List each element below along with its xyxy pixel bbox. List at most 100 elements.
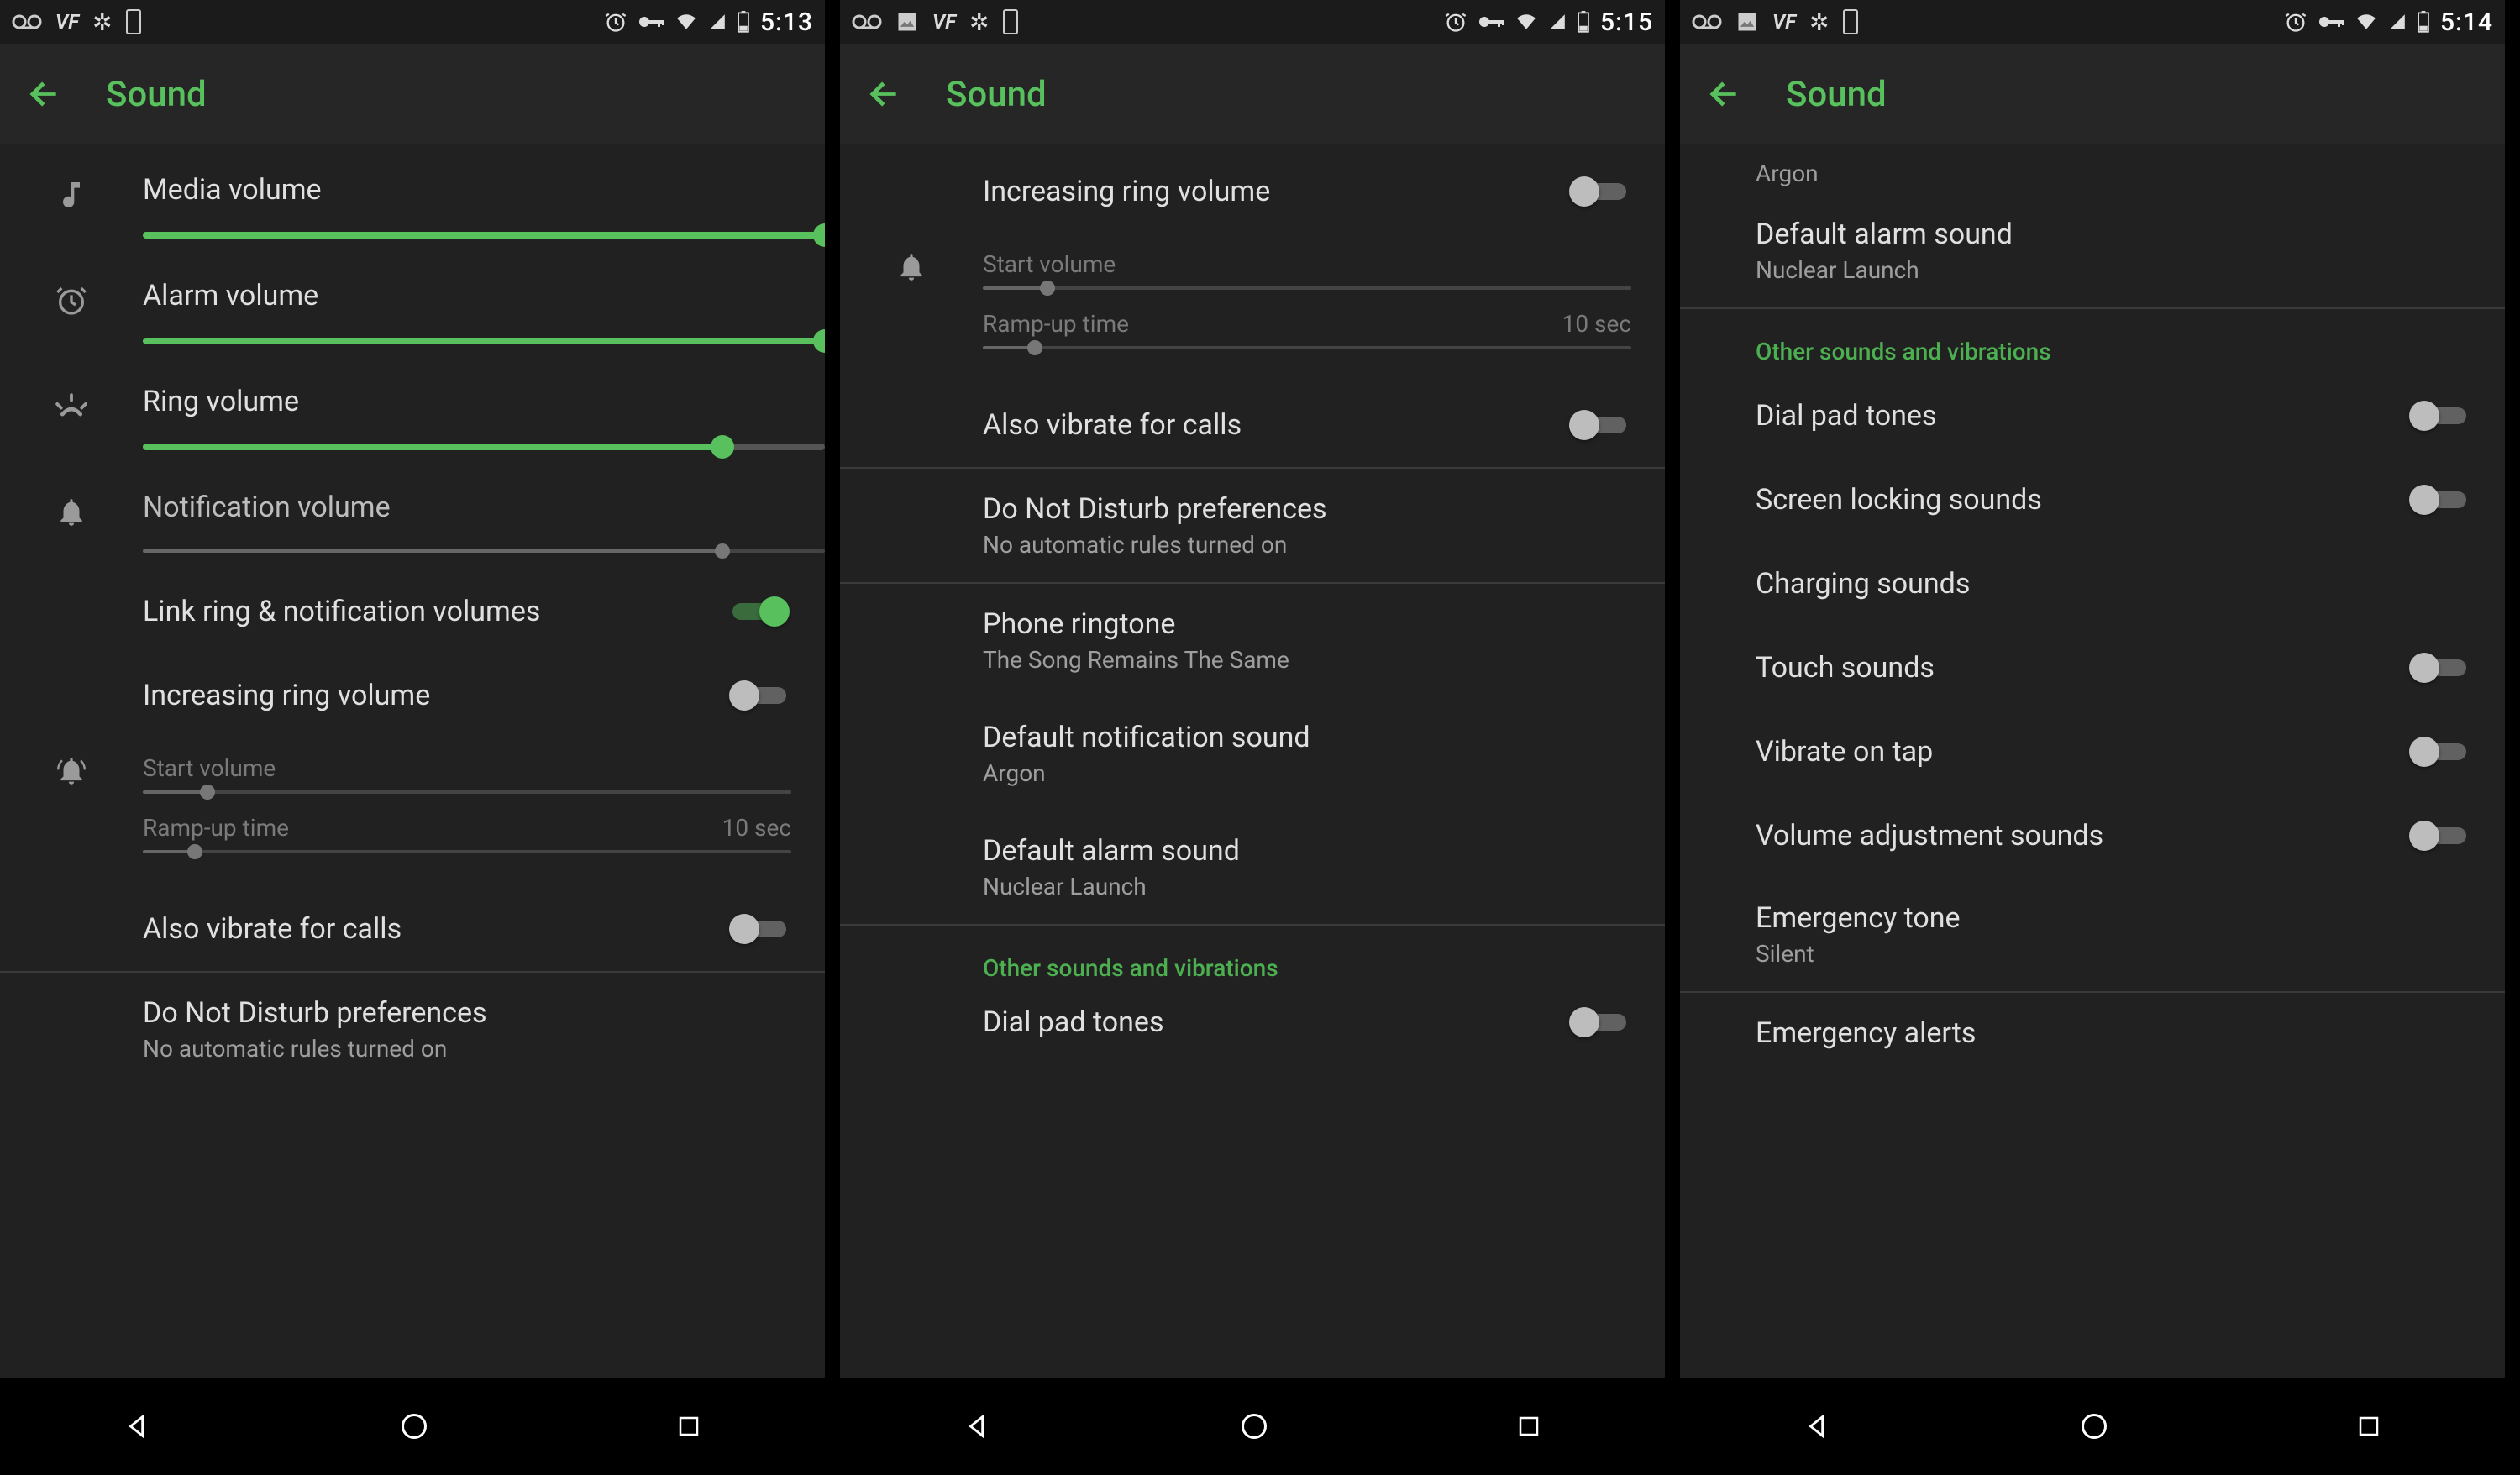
nav-home-icon[interactable] [2079,1411,2109,1441]
music-note-icon [55,178,88,212]
dnd-label: Do Not Disturb preferences [143,996,825,1030]
page-title: Sound [946,74,1047,115]
notification-volume-row: Notification volume [0,467,825,570]
media-volume-slider[interactable] [143,232,825,239]
signal-icon [2388,13,2407,31]
increasing-ring-row[interactable]: Increasing ring volume [983,150,1665,234]
ring-volume-row[interactable]: Ring volume [0,361,825,467]
dnd-label: Do Not Disturb preferences [983,492,1665,526]
ringtone-row[interactable]: Phone ringtone The Song Remains The Same [840,584,1665,697]
notification-sound-row[interactable]: Default notification sound Argon [840,697,1665,811]
nav-home-icon[interactable] [1239,1411,1269,1441]
dnd-row[interactable]: Do Not Disturb preferences No automatic … [0,973,825,1086]
volume-adjust-switch[interactable] [2407,819,2471,853]
back-button[interactable] [864,74,904,114]
increasing-ring-switch[interactable] [1567,175,1631,208]
key-icon [638,13,664,30]
nav-back-icon[interactable] [123,1412,152,1441]
vibrate-on-tap-row[interactable]: Vibrate on tap [1680,710,2505,794]
media-volume-row[interactable]: Media volume [0,150,825,255]
screen-lock-row[interactable]: Screen locking sounds [1680,458,2505,542]
notification-volume-slider [143,549,825,553]
voicemail-icon [1692,13,1722,30]
key-icon [2318,13,2344,30]
nav-back-icon[interactable] [963,1412,992,1441]
key-icon [1478,13,1504,30]
dial-pad-switch[interactable] [1567,1005,1631,1039]
vf-icon: VF [1772,10,1796,34]
touch-sounds-row[interactable]: Touch sounds [1680,626,2505,710]
wifi-icon [1515,13,1538,31]
alarm-sound-row[interactable]: Default alarm sound Nuclear Launch [1680,187,2505,307]
alarm-sound-row[interactable]: Default alarm sound Nuclear Launch [840,811,1665,924]
nav-recents-icon[interactable] [1516,1414,1541,1439]
also-vibrate-row[interactable]: Also vibrate for calls [983,383,1665,467]
alarm-status-icon [604,10,627,34]
dial-pad-row[interactable]: Dial pad tones [983,990,1665,1064]
settings-list[interactable]: Increasing ring volume Start volume Ramp… [840,144,1665,1378]
emergency-alerts-row[interactable]: Emergency alerts [1680,993,2505,1073]
emergency-alerts-label: Emergency alerts [1756,1016,2505,1050]
bell-ring-icon [895,250,927,284]
alarm-sound-sub: Nuclear Launch [1756,256,2505,284]
link-volumes-row[interactable]: Link ring & notification volumes [143,570,825,654]
ramp-up-label: Ramp-up time [143,814,289,842]
dial-pad-label: Dial pad tones [983,1005,1567,1039]
also-vibrate-row[interactable]: Also vibrate for calls [143,887,825,971]
nav-recents-icon[interactable] [2356,1414,2381,1439]
back-button[interactable] [1704,74,1744,114]
settings-list[interactable]: Media volume Alarm volume Ring volume [0,144,825,1378]
phone-screen-2: VF ✲ 5:15 Sound Increasing ring volume [840,0,1665,1475]
alarm-volume-label: Alarm volume [143,279,825,312]
arrow-left-icon [865,76,902,113]
increasing-ring-row[interactable]: Increasing ring volume [143,654,825,738]
alarm-status-icon [2284,10,2307,34]
also-vibrate-switch[interactable] [727,912,791,946]
back-button[interactable] [24,74,64,114]
media-volume-label: Media volume [143,173,825,207]
link-volumes-switch[interactable] [727,595,791,628]
phone-portrait-icon [1842,9,1859,34]
notification-sound-sub-partial: Argon [1756,160,2505,187]
signal-icon [1548,13,1567,31]
emergency-tone-row[interactable]: Emergency tone Silent [1680,878,2505,991]
ramp-up-label: Ramp-up time [983,310,1129,338]
ring-volume-slider[interactable] [143,444,825,450]
nav-home-icon[interactable] [399,1411,429,1441]
signal-icon [708,13,727,31]
ramp-up-slider [143,850,791,853]
ringtone-label: Phone ringtone [983,607,1665,641]
vibrate-on-tap-switch[interactable] [2407,735,2471,769]
page-title: Sound [106,74,207,115]
settings-list[interactable]: Argon Default alarm sound Nuclear Launch… [1680,144,2505,1378]
app-header: Sound [840,44,1665,144]
app-header: Sound [0,44,825,144]
charging-sounds-row[interactable]: Charging sounds [1680,542,2505,626]
dial-pad-row[interactable]: Dial pad tones [1680,374,2505,458]
dnd-row[interactable]: Do Not Disturb preferences No automatic … [840,469,1665,582]
also-vibrate-switch[interactable] [1567,408,1631,442]
status-bar: VF ✲ 5:13 [0,0,825,44]
alarm-volume-slider[interactable] [143,338,825,344]
increasing-ring-subpanel: Start volume Ramp-up time 10 sec [983,234,1631,366]
touch-sounds-switch[interactable] [2407,651,2471,685]
screen-lock-switch[interactable] [2407,483,2471,517]
alarm-sound-sub: Nuclear Launch [983,873,1665,900]
also-vibrate-label: Also vibrate for calls [983,408,1567,442]
alarm-status-icon [1444,10,1467,34]
vibrate-on-tap-label: Vibrate on tap [1756,735,2407,769]
nav-back-icon[interactable] [1803,1412,1832,1441]
bell-icon [55,496,87,529]
notification-volume-label: Notification volume [143,491,825,524]
increasing-ring-switch[interactable] [727,679,791,712]
nav-recents-icon[interactable] [676,1414,701,1439]
phone-portrait-icon [1002,9,1019,34]
alarm-volume-row[interactable]: Alarm volume [0,255,825,361]
wifi-icon [675,13,698,31]
dial-pad-switch[interactable] [2407,399,2471,433]
phone-screen-3: VF ✲ 5:14 Sound Argon Default alarm soun… [1680,0,2505,1475]
volume-adjust-row[interactable]: Volume adjustment sounds [1680,794,2505,878]
phone-portrait-icon [125,9,142,34]
navigation-bar [1680,1378,2505,1475]
image-icon [895,10,919,34]
